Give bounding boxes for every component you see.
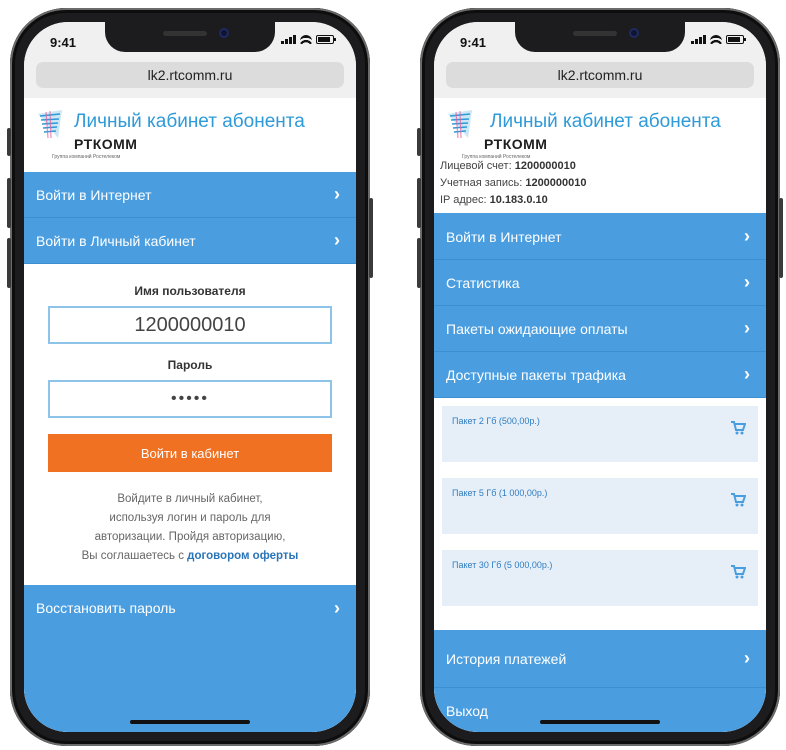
screen-login: 9:41 lk2.rtcomm.ru Личный кабинет абонен… bbox=[24, 22, 356, 732]
hint-line: используя логин и пароль для bbox=[109, 512, 271, 524]
logo-title: Личный кабинет абонента bbox=[74, 111, 305, 132]
login-value: 1200000010 bbox=[525, 177, 587, 189]
status-time: 9:41 bbox=[50, 35, 77, 50]
chevron-right-icon: › bbox=[334, 597, 340, 618]
power-button bbox=[779, 198, 783, 278]
logo-tagline: Группа компаний Ростелеком bbox=[52, 154, 121, 160]
chevron-right-icon: › bbox=[744, 648, 750, 668]
menu-item-pending-packages[interactable]: Пакеты ожидающие оплаты › bbox=[434, 306, 766, 352]
wifi-icon bbox=[710, 35, 722, 44]
volume-up-button bbox=[417, 178, 421, 228]
hint-line: Войдите в личный кабинет, bbox=[117, 493, 263, 505]
menu-item-label: История платежей bbox=[446, 650, 567, 667]
ip-address-value: 10.183.0.10 bbox=[489, 194, 548, 206]
recover-section: Восстановить пароль › bbox=[24, 585, 356, 732]
battery-icon bbox=[726, 35, 746, 44]
package-card[interactable]: Пакет 2 Гб (500,00р.) bbox=[442, 406, 758, 462]
login-button[interactable]: Войти в кабинет bbox=[48, 434, 332, 472]
battery-icon bbox=[316, 35, 336, 44]
menu-item-payment-history[interactable]: История платежей › bbox=[434, 630, 766, 688]
chevron-right-icon: › bbox=[744, 318, 750, 338]
rtcomm-logo-icon bbox=[38, 110, 62, 139]
phone-frame-left: 9:41 lk2.rtcomm.ru Личный кабинет абонен… bbox=[7, 8, 373, 746]
password-label: Пароль bbox=[167, 358, 213, 372]
volume-up-button bbox=[7, 178, 11, 228]
status-time: 9:41 bbox=[460, 35, 487, 50]
menu-item-internet-login[interactable]: Войти в Интернет › bbox=[434, 214, 766, 260]
browser-address-bar[interactable]: lk2.rtcomm.ru bbox=[434, 58, 766, 98]
account-number-value: 1200000010 bbox=[514, 160, 576, 172]
home-indicator[interactable] bbox=[130, 720, 250, 724]
volume-down-button bbox=[417, 238, 421, 288]
home-indicator[interactable] bbox=[540, 720, 660, 724]
menu-item-label: Войти в Интернет bbox=[446, 228, 562, 245]
shopping-cart-icon[interactable] bbox=[730, 420, 746, 436]
phone-frame-right: 9:41 lk2.rtcomm.ru Личный кабинет абонен… bbox=[417, 8, 783, 746]
menu-item-label: Войти в Интернет bbox=[36, 186, 152, 203]
power-button bbox=[369, 198, 373, 278]
menu-item-label: Восстановить пароль bbox=[36, 600, 176, 616]
url-field[interactable]: lk2.rtcomm.ru bbox=[446, 62, 754, 88]
menu-item-label: Статистика bbox=[446, 274, 520, 291]
login-form: Имя пользователя 1200000010 Пароль •••••… bbox=[24, 264, 356, 566]
offer-agreement-link[interactable]: договором оферты bbox=[187, 550, 298, 562]
package-name: Пакет 2 Гб (500,00р.) bbox=[452, 416, 540, 426]
menu-item-label: Войти в Личный кабинет bbox=[36, 232, 196, 249]
menu-item-label: Выход bbox=[446, 703, 488, 719]
browser-address-bar[interactable]: lk2.rtcomm.ru bbox=[24, 58, 356, 98]
menu-item-statistics[interactable]: Статистика › bbox=[434, 260, 766, 306]
site-logo[interactable]: Личный кабинет абонента РТКОММ Группа ко… bbox=[24, 98, 356, 172]
menu-item-traffic-packages[interactable]: Доступные пакеты трафика › bbox=[434, 352, 766, 398]
menu-item-label: Пакеты ожидающие оплаты bbox=[446, 320, 628, 337]
package-card[interactable]: Пакет 5 Гб (1 000,00р.) bbox=[442, 478, 758, 534]
mute-switch bbox=[417, 128, 421, 156]
login-label: Учетная запись: bbox=[440, 177, 523, 189]
site-logo[interactable]: Личный кабинет абонента РТКОММ Группа ко… bbox=[434, 98, 766, 160]
screen-cabinet: 9:41 lk2.rtcomm.ru Личный кабинет абонен… bbox=[434, 22, 766, 732]
logo-tagline: Группа компаний Ростелеком bbox=[462, 154, 531, 160]
signal-icon bbox=[691, 35, 706, 44]
username-label: Имя пользователя bbox=[134, 284, 246, 298]
notch bbox=[515, 22, 685, 52]
logo-title: Личный кабинет абонента bbox=[490, 111, 721, 132]
signal-icon bbox=[281, 35, 296, 44]
package-card[interactable]: Пакет 30 Гб (5 000,00р.) bbox=[442, 550, 758, 606]
url-field[interactable]: lk2.rtcomm.ru bbox=[36, 62, 344, 88]
username-input[interactable]: 1200000010 bbox=[48, 306, 332, 344]
chevron-right-icon: › bbox=[334, 230, 340, 250]
menu-item-internet-login[interactable]: Войти в Интернет › bbox=[24, 172, 356, 218]
hint-line: Вы соглашаетесь с bbox=[81, 550, 188, 562]
volume-down-button bbox=[7, 238, 11, 288]
rtcomm-logo-icon bbox=[448, 110, 472, 139]
password-input[interactable]: ••••• bbox=[48, 380, 332, 418]
account-number-label: Лицевой счет: bbox=[440, 160, 512, 172]
logo-brand: РТКОММ bbox=[484, 136, 548, 152]
package-list: Пакет 2 Гб (500,00р.) Пакет 5 Гб (1 000,… bbox=[434, 398, 766, 630]
login-hint: Войдите в личный кабинет, используя логи… bbox=[48, 490, 332, 566]
menu-item-logout[interactable]: Выход bbox=[434, 688, 766, 732]
notch bbox=[105, 22, 275, 52]
chevron-right-icon: › bbox=[744, 272, 750, 292]
chevron-right-icon: › bbox=[334, 184, 340, 204]
ip-address-label: IP адрес: bbox=[440, 194, 487, 206]
menu-item-recover-password[interactable]: Восстановить пароль › bbox=[24, 585, 356, 631]
package-name: Пакет 30 Гб (5 000,00р.) bbox=[452, 560, 553, 570]
menu-item-cabinet-login[interactable]: Войти в Личный кабинет › bbox=[24, 218, 356, 264]
chevron-right-icon: › bbox=[744, 364, 750, 384]
account-info: Лицевой счет: 1200000010 Учетная запись:… bbox=[434, 158, 766, 214]
hint-line: авторизации. Пройдя авторизацию, bbox=[94, 531, 286, 543]
package-name: Пакет 5 Гб (1 000,00р.) bbox=[452, 488, 548, 498]
menu-item-label: Доступные пакеты трафика bbox=[446, 366, 626, 383]
page-content: Личный кабинет абонента РТКОММ Группа ко… bbox=[24, 98, 356, 732]
shopping-cart-icon[interactable] bbox=[730, 564, 746, 580]
logo-brand: РТКОММ bbox=[74, 136, 138, 152]
mute-switch bbox=[7, 128, 11, 156]
page-content: Личный кабинет абонента РТКОММ Группа ко… bbox=[434, 98, 766, 732]
chevron-right-icon: › bbox=[744, 226, 750, 246]
shopping-cart-icon[interactable] bbox=[730, 492, 746, 508]
wifi-icon bbox=[300, 35, 312, 44]
